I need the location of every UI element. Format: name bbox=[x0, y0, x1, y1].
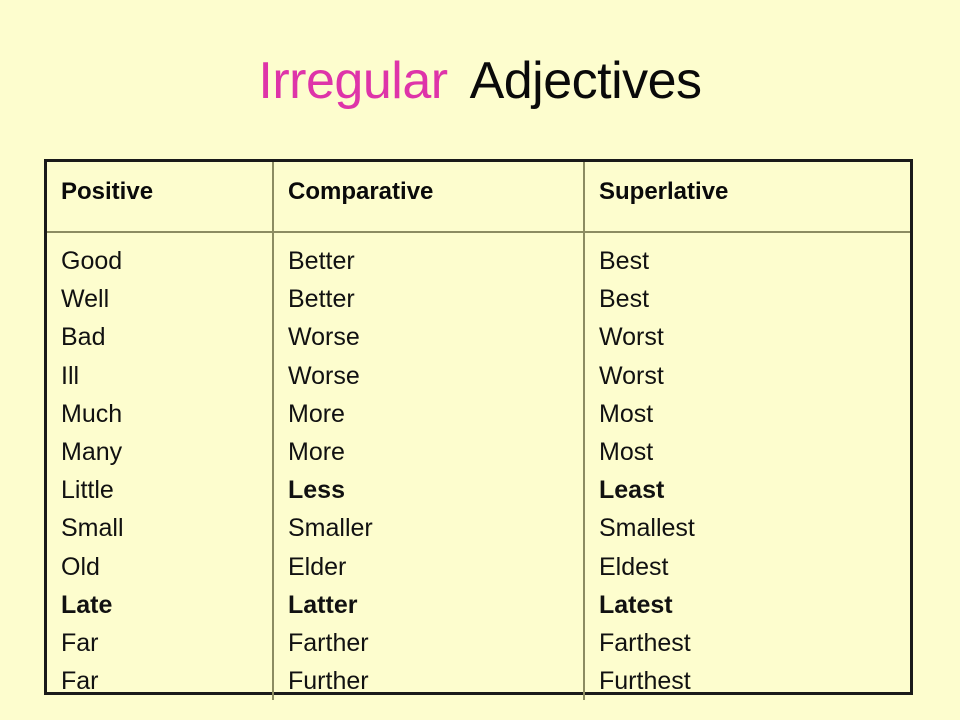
word-positive-7: Small bbox=[61, 514, 124, 543]
slide-canvas: Irregular Adjectives Positive Comparative… bbox=[0, 0, 960, 720]
word-superlative-6: Least bbox=[599, 476, 665, 505]
word-comparative-7: Smaller bbox=[288, 514, 373, 543]
word-comparative-2: Worse bbox=[288, 323, 360, 352]
word-comparative-11: Further bbox=[288, 667, 369, 696]
word-superlative-9: Latest bbox=[599, 590, 673, 619]
word-superlative-10: Farthest bbox=[599, 629, 691, 658]
word-comparative-5: More bbox=[288, 438, 345, 467]
word-superlative-1: Best bbox=[599, 285, 650, 314]
word-comparative-10: Farther bbox=[288, 629, 369, 658]
word-positive-3: Ill bbox=[61, 361, 80, 390]
table-body: Good Well Bad Ill Much Many Little Small Old Late… bbox=[47, 232, 910, 701]
word-positive-6: Little bbox=[61, 476, 114, 505]
table-header: Positive Comparative Superlative bbox=[47, 162, 910, 233]
word-comparative-6: Less bbox=[288, 476, 345, 505]
column-header-comparative: Comparative bbox=[273, 162, 585, 233]
word-superlative-8: Eldest bbox=[599, 552, 669, 581]
title-word-irregular: Irregular bbox=[258, 52, 448, 110]
positive-word-list: Good Well Bad Ill Much Many Little Small Old Late… bbox=[47, 233, 272, 700]
irregular-adjectives-table: Positive Comparative Superlative Good Wel… bbox=[44, 159, 913, 701]
adjectives-grid: Positive Comparative Superlative Good Wel… bbox=[47, 162, 910, 701]
cell-positive: Good Well Bad Ill Much Many Little Small Old Late… bbox=[47, 232, 274, 701]
column-header-positive: Positive bbox=[47, 162, 274, 233]
table-header-row: Positive Comparative Superlative bbox=[47, 162, 910, 233]
word-comparative-3: Worse bbox=[288, 361, 360, 390]
column-header-superlative: Superlative bbox=[584, 162, 910, 233]
title-word-adjectives: Adjectives bbox=[469, 52, 703, 110]
word-superlative-7: Smallest bbox=[599, 514, 695, 543]
superlative-word-list: Best Best Worst Worst Most Most Least Smallest E… bbox=[585, 233, 910, 700]
word-positive-8: Old bbox=[61, 552, 100, 581]
word-comparative-4: More bbox=[288, 399, 345, 428]
word-positive-10: Far bbox=[61, 629, 99, 658]
word-positive-0: Good bbox=[61, 247, 123, 275]
word-superlative-2: Worst bbox=[599, 323, 664, 352]
word-superlative-3: Worst bbox=[599, 361, 664, 390]
page-title: Irregular Adjectives bbox=[0, 52, 960, 110]
word-superlative-11: Furthest bbox=[599, 667, 691, 696]
word-comparative-9: Latter bbox=[288, 590, 358, 619]
cell-comparative: Better Better Worse Worse More More Less Smalle… bbox=[273, 232, 585, 701]
word-comparative-0: Better bbox=[288, 247, 355, 275]
word-positive-2: Bad bbox=[61, 323, 106, 352]
word-superlative-0: Best bbox=[599, 247, 650, 275]
comparative-word-list: Better Better Worse Worse More More Less Smalle… bbox=[274, 233, 583, 700]
word-positive-4: Much bbox=[61, 399, 123, 428]
word-positive-11: Far bbox=[61, 667, 99, 696]
word-comparative-1: Better bbox=[288, 285, 355, 314]
word-comparative-8: Elder bbox=[288, 552, 347, 581]
word-superlative-4: Most bbox=[599, 399, 654, 428]
word-superlative-5: Most bbox=[599, 438, 654, 467]
word-positive-5: Many bbox=[61, 438, 123, 467]
table-row: Good Well Bad Ill Much Many Little Small Old Late… bbox=[47, 232, 910, 701]
cell-superlative: Best Best Worst Worst Most Most Least Smallest E… bbox=[584, 232, 910, 700]
word-positive-9: Late bbox=[61, 590, 113, 619]
word-positive-1: Well bbox=[61, 285, 110, 314]
